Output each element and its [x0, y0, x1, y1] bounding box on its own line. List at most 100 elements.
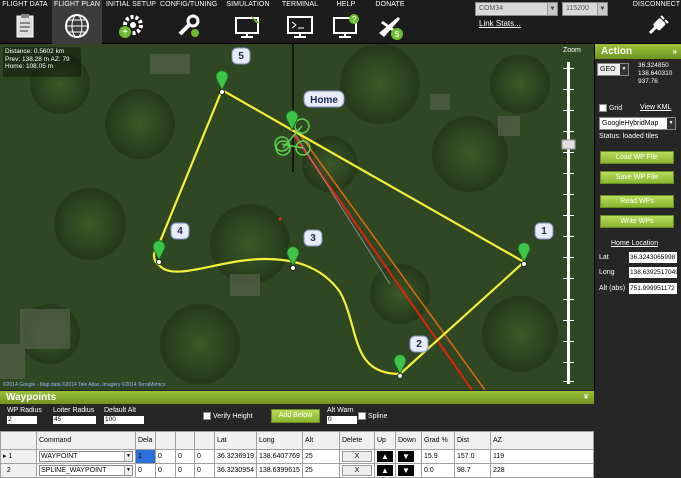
col-header-command[interactable]: Command	[36, 431, 136, 450]
col-header-grad[interactable]: Grad %	[421, 431, 455, 450]
view-kml-link[interactable]: View KML	[640, 104, 671, 111]
tab-donate[interactable]: DONATE $	[370, 0, 410, 44]
waypoints-header[interactable]: Waypoints ¥	[0, 391, 594, 404]
param3-cell[interactable]: 0	[175, 448, 195, 464]
home-long-field[interactable]: 138.6392517049	[629, 267, 677, 278]
col-header-lat[interactable]: Lat	[214, 431, 257, 450]
cursor-alt: 937.76	[638, 78, 658, 85]
alt-cell[interactable]: 25	[302, 462, 340, 478]
param1-cell[interactable]: 0	[135, 462, 156, 478]
map-view[interactable]: 1 2 3 4 5 Home Distance: 0.5602 km Prev: 138.…	[0, 44, 594, 390]
alt-cell[interactable]: 25	[302, 448, 340, 464]
delete-cell[interactable]: X	[339, 462, 375, 478]
param1-cell[interactable]: 1	[135, 448, 156, 464]
lat-cell[interactable]: 36.3230954	[214, 462, 257, 478]
col-header-p4[interactable]	[194, 431, 215, 450]
param4-cell[interactable]: 0	[194, 462, 215, 478]
command-select[interactable]: SPLINE_WAYPOINT ▼	[39, 464, 133, 476]
verify-height-checkbox[interactable]	[203, 412, 211, 420]
coord-system-select[interactable]: GEO ▼	[597, 63, 629, 76]
delete-cell[interactable]: X	[339, 448, 375, 464]
com-port-select[interactable]: COM34 ▼	[475, 2, 558, 16]
param2-cell[interactable]: 0	[155, 462, 176, 478]
tab-config-tuning[interactable]: CONFIG/TUNING	[160, 0, 217, 44]
arrow-down-icon[interactable]: ▼	[398, 464, 414, 476]
col-header-up[interactable]: Up	[374, 431, 396, 450]
alt-warn-label: Alt Warn	[327, 407, 354, 414]
param4-cell[interactable]: 0	[194, 448, 215, 464]
home-lat-field[interactable]: 36.3243065998	[629, 252, 677, 263]
col-header-delay[interactable]: Dela	[135, 431, 156, 450]
up-cell[interactable]: ▲	[374, 448, 396, 464]
param3-cell[interactable]: 0	[175, 462, 195, 478]
param2-cell[interactable]: 0	[155, 448, 176, 464]
collapse-icon[interactable]: ¥	[584, 391, 588, 404]
tab-initial-setup-label: INITIAL SETUP	[105, 1, 157, 8]
verify-height-checkbox-row[interactable]: Verify Height	[203, 412, 253, 420]
loiter-radius-field[interactable]: 45	[53, 416, 96, 424]
col-header-alt[interactable]: Alt	[302, 431, 340, 450]
write-wps-button[interactable]: Write WPs	[600, 215, 674, 228]
waypoint-point	[397, 373, 403, 379]
row-index[interactable]: ▸ 1	[0, 448, 37, 464]
row-index[interactable]: 2	[0, 462, 37, 478]
tab-simulation[interactable]: SIMULATION	[222, 0, 274, 44]
svg-text:?: ?	[352, 15, 357, 24]
tab-flight-data[interactable]: FLIGHT DATA	[0, 0, 50, 44]
default-alt-field[interactable]: 100	[104, 416, 144, 424]
col-header-down[interactable]: Down	[395, 431, 422, 450]
col-header-p3[interactable]	[175, 431, 195, 450]
down-cell[interactable]: ▼	[395, 462, 422, 478]
command-cell[interactable]: SPLINE_WAYPOINT ▼	[36, 462, 136, 478]
down-cell[interactable]: ▼	[395, 448, 422, 464]
waypoint-label: 1	[541, 226, 547, 237]
arrow-down-icon[interactable]: ▼	[398, 450, 414, 462]
disconnect-label: DISCONNECT	[632, 1, 681, 8]
alt-warn-field[interactable]: 0	[327, 416, 357, 424]
lat-cell[interactable]: 36.3236919	[214, 448, 257, 464]
col-header-long[interactable]: Long	[256, 431, 303, 450]
zoom-slider-handle[interactable]	[561, 139, 576, 150]
tab-initial-setup[interactable]: INITIAL SETUP +	[104, 0, 158, 44]
load-wp-file-button[interactable]: Load WP File	[600, 151, 674, 164]
tab-help[interactable]: HELP ?	[328, 0, 364, 44]
satellite-map[interactable]: 1 2 3 4 5 Home	[0, 44, 594, 390]
collapse-icon[interactable]: »	[673, 44, 677, 59]
map-type-select[interactable]: GoogleHybridMap ▼	[599, 117, 676, 130]
home-alt-field[interactable]: 751.999951172	[629, 283, 677, 294]
link-stats-link[interactable]: Link Stats...	[479, 19, 521, 28]
chevron-down-icon: ▼	[547, 3, 557, 15]
cursor-coordinates: 36.324850 138.640310 937.76	[638, 62, 672, 86]
delete-button[interactable]: X	[342, 464, 372, 476]
tab-terminal[interactable]: TERMINAL	[278, 0, 322, 44]
long-cell[interactable]: 138.6399615	[256, 462, 303, 478]
add-below-button[interactable]: Add Below	[271, 409, 320, 423]
col-header-p2[interactable]	[155, 431, 176, 450]
disconnect-button[interactable]: DISCONNECT	[632, 0, 681, 44]
read-wps-button[interactable]: Read WPs	[600, 195, 674, 208]
spline-checkbox[interactable]	[358, 412, 366, 420]
col-header-delete[interactable]: Delete	[339, 431, 375, 450]
command-select[interactable]: WAYPOINT ▼	[39, 450, 133, 462]
arrow-up-icon[interactable]: ▲	[377, 450, 393, 462]
arrow-up-icon[interactable]: ▲	[377, 464, 393, 476]
home-location-link[interactable]: Home Location	[611, 240, 658, 247]
delete-button[interactable]: X	[342, 450, 372, 462]
action-header[interactable]: Action »	[595, 44, 681, 59]
grid-checkbox[interactable]	[599, 104, 607, 112]
long-cell[interactable]: 138.6407769	[256, 448, 303, 464]
up-cell[interactable]: ▲	[374, 462, 396, 478]
grid-checkbox-row[interactable]: Grid	[599, 104, 622, 112]
waypoint-label: 2	[416, 339, 422, 350]
wp-radius-field[interactable]: 2	[7, 416, 37, 424]
table-row[interactable]: 2 SPLINE_WAYPOINT ▼ 0 0 0 0 36.3230954 13…	[0, 462, 594, 478]
col-header-az[interactable]: AZ	[490, 431, 594, 450]
command-cell[interactable]: WAYPOINT ▼	[36, 448, 136, 464]
save-wp-file-button[interactable]: Save WP File	[600, 171, 674, 184]
spline-checkbox-row[interactable]: Spline	[358, 412, 387, 420]
col-header-dist[interactable]: Dist	[454, 431, 491, 450]
tab-flight-plan[interactable]: FLIGHT PLAN	[52, 0, 102, 44]
table-row[interactable]: ▸ 1 WAYPOINT ▼ 1 0 0 0 36.3236919 138.640…	[0, 448, 594, 464]
baud-rate-select[interactable]: 115200 ▼	[562, 2, 608, 16]
waypoint-label: 5	[238, 51, 244, 62]
